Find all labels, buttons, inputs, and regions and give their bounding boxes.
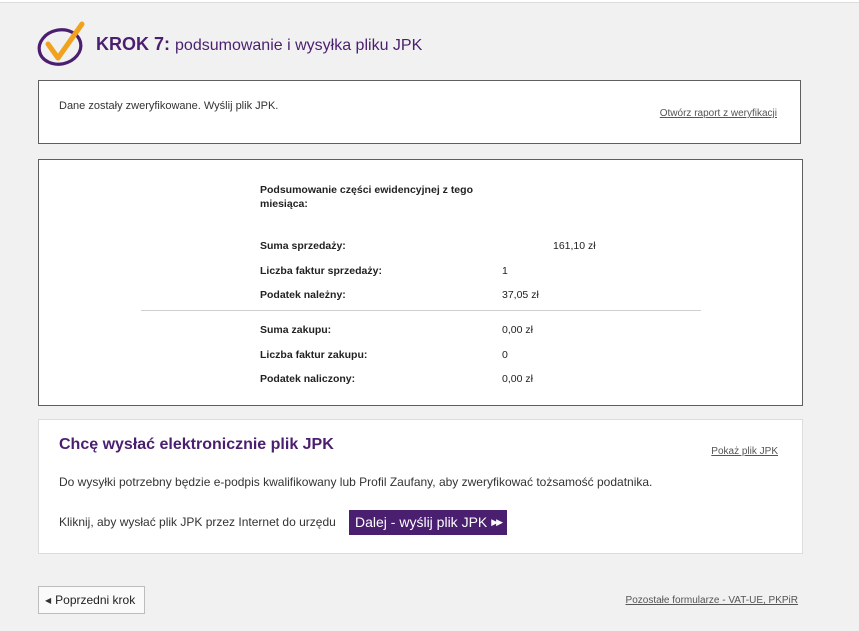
verification-message: Dane zostały zweryfikowane. Wyślij plik … <box>59 100 279 112</box>
left-triangle-icon: ◀ <box>45 595 52 605</box>
summary-divider <box>141 310 701 311</box>
summary-label: Podatek należny: <box>260 289 346 301</box>
step-label: KROK 7: <box>96 34 171 54</box>
summary-title: Podsumowanie części ewidencyjnej z tego … <box>260 184 473 210</box>
summary-value: 37,05 zł <box>502 289 539 301</box>
step-title: podsumowanie i wysyłka pliku JPK <box>175 37 423 54</box>
summary-label: Suma zakupu: <box>260 324 332 336</box>
send-heading: Chcę wysłać elektronicznie plik JPK <box>59 436 334 453</box>
next-button-label: Dalej - wyślij plik JPK <box>355 514 488 530</box>
send-description: Do wysyłki potrzebny będzie e-podpis kwa… <box>59 475 653 489</box>
summary-value: 0,00 zł <box>502 373 533 385</box>
open-report-link[interactable]: Otwórz raport z weryfikacji <box>660 108 777 119</box>
send-instruction: Kliknij, aby wysłać plik JPK przez Inter… <box>59 515 336 529</box>
double-play-arrow-icon: ▶▶ <box>491 517 503 527</box>
previous-step-button[interactable]: ◀ Poprzedni krok <box>38 586 145 614</box>
previous-step-label: Poprzedni krok <box>55 593 136 607</box>
page-title: KROK 7: podsumowanie i wysyłka pliku JPK <box>96 34 422 55</box>
summary-value: 1 <box>502 265 508 277</box>
summary-label: Podatek naliczony: <box>260 373 356 385</box>
send-panel: Chcę wysłać elektronicznie plik JPK Poka… <box>38 419 803 554</box>
summary-value: 0,00 zł <box>502 324 533 336</box>
next-send-jpk-button[interactable]: Dalej - wyślij plik JPK ▶▶ <box>349 510 508 535</box>
summary-label: Liczba faktur zakupu: <box>260 349 368 361</box>
other-forms-link[interactable]: Pozostałe formularze - VAT-UE, PKPiR <box>626 595 798 606</box>
top-border <box>0 0 859 3</box>
summary-label: Liczba faktur sprzedaży: <box>260 265 382 277</box>
summary-value: 0 <box>502 349 508 361</box>
checkmark-logo-icon <box>37 21 85 66</box>
show-jpk-link[interactable]: Pokaż plik JPK <box>711 446 778 457</box>
summary-label: Suma sprzedaży: <box>260 240 346 252</box>
summary-value: 161,10 zł <box>553 240 596 252</box>
summary-panel: Podsumowanie części ewidencyjnej z tego … <box>38 159 803 406</box>
verification-panel: Dane zostały zweryfikowane. Wyślij plik … <box>38 80 801 144</box>
